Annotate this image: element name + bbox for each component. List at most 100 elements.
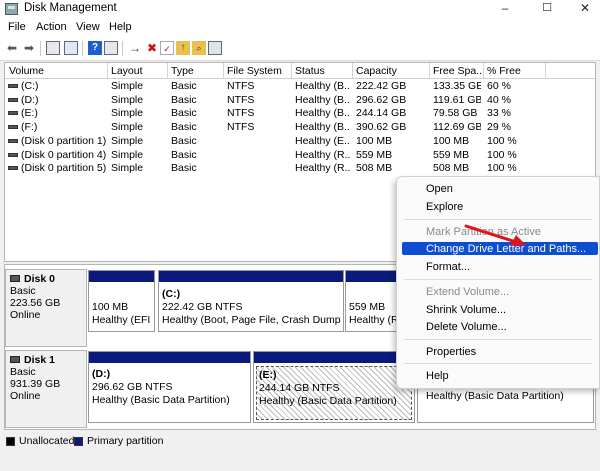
disk-1-label[interactable]: Disk 1 Basic 931.39 GB Online	[5, 350, 87, 428]
context-menu-item-properties[interactable]: Properties	[426, 346, 476, 358]
disk-1-partition-e-selected[interactable]: (E:) 244.14 GB NTFS Healthy (Basic Data …	[253, 351, 415, 423]
column-header-capacity[interactable]: Capacity	[356, 65, 397, 77]
maximize-button[interactable]: ☐	[532, 0, 562, 18]
partition-status: Healthy (EFI S	[92, 314, 152, 326]
volume-row[interactable]: (Disk 0 partition 4) Simple Basic Healthy (…	[5, 149, 595, 162]
settings-list-icon[interactable]	[208, 41, 222, 55]
disk-1-status: Online	[10, 390, 41, 402]
view-icon[interactable]	[104, 41, 118, 55]
close-button[interactable]: ✕	[570, 0, 600, 18]
cell-layout: Simple	[111, 93, 144, 106]
cell-percent-free: 60 %	[487, 80, 511, 92]
context-menu-item-format[interactable]: Format...	[426, 261, 470, 273]
column-header-status[interactable]: Status	[295, 65, 325, 77]
primary-partition-bar	[89, 352, 250, 363]
partition-status: Healthy (Basic Data Partition)	[92, 394, 230, 406]
disk-0-partition-efi[interactable]: 100 MB Healthy (EFI S	[88, 270, 155, 332]
volume-row[interactable]: (Disk 0 partition 5) Simple Basic Healthy (…	[5, 162, 595, 175]
volume-row[interactable]: (F:) Simple Basic NTFS Healthy (B... 390.62 G…	[5, 121, 595, 134]
back-arrow-icon[interactable]: ⬅	[5, 41, 19, 55]
disk-icon	[10, 356, 20, 363]
column-divider[interactable]	[167, 63, 168, 78]
column-header-percent-free[interactable]: % Free	[487, 65, 521, 77]
volume-row[interactable]: (D:) Simple Basic NTFS Healthy (B... 296.62 G…	[5, 94, 595, 107]
partition-title: (C:)	[162, 288, 181, 300]
column-divider[interactable]	[291, 63, 292, 78]
disk-0-name: Disk 0	[24, 273, 55, 285]
column-divider[interactable]	[483, 63, 484, 78]
partition-status: Healthy (Re	[349, 314, 400, 326]
cell-type: Basic	[171, 107, 197, 120]
column-divider[interactable]	[429, 63, 430, 78]
properties-icon[interactable]	[64, 41, 78, 55]
context-menu-separator	[404, 219, 592, 220]
up-folder-icon[interactable]: ↑	[176, 41, 190, 55]
cell-type: Basic	[171, 148, 197, 161]
title-bar: Disk Management – ☐ ✕	[0, 0, 600, 18]
column-divider[interactable]	[107, 63, 108, 78]
cell-capacity: 244.14 GB	[356, 107, 407, 120]
cell-status: Healthy (B...	[295, 80, 351, 92]
context-menu-item-delete-volume[interactable]: Delete Volume...	[426, 321, 507, 333]
cell-percent-free: 40 %	[487, 93, 511, 106]
cell-layout: Simple	[111, 148, 144, 161]
disk-0-partition-c[interactable]: (C:) 222.42 GB NTFS Healthy (Boot, Page …	[158, 270, 344, 332]
column-header-file-system[interactable]: File System	[227, 65, 282, 77]
column-divider[interactable]	[352, 63, 353, 78]
disk-0-partition-recovery-1[interactable]: 559 MB Healthy (Re	[345, 270, 403, 332]
window-title: Disk Management	[24, 2, 117, 14]
disk-management-app-icon	[5, 3, 18, 15]
disk-1-name: Disk 1	[24, 354, 55, 366]
toolbar-separator	[82, 41, 83, 56]
cell-volume: (C:)	[21, 80, 39, 92]
column-header-volume[interactable]: Volume	[9, 65, 44, 77]
cell-type: Basic	[171, 121, 197, 134]
context-menu-separator	[404, 363, 592, 364]
menu-view[interactable]: View	[76, 21, 100, 33]
menu-file[interactable]: File	[8, 21, 26, 33]
column-header-type[interactable]: Type	[171, 65, 194, 77]
menu-action[interactable]: Action	[36, 21, 67, 33]
cell-capacity: 508 MB	[356, 162, 393, 175]
cell-status: Healthy (B...	[295, 107, 351, 120]
connect-icon[interactable]: →	[128, 41, 142, 55]
cell-status: Healthy (R...	[295, 148, 351, 161]
cell-free-space: 559 MB	[433, 148, 470, 161]
toolbar: ⬅ ➡ ? → ✖ ✓ ↑ ⌕	[0, 37, 600, 61]
help-icon[interactable]: ?	[88, 41, 102, 55]
menu-bar: File Action View Help	[0, 18, 600, 37]
column-header-layout[interactable]: Layout	[111, 65, 143, 77]
volume-row[interactable]: (C:) Simple Basic NTFS Healthy (B... 222.42 G…	[5, 80, 595, 93]
minimize-button[interactable]: –	[490, 0, 520, 18]
cell-file-system: NTFS	[227, 121, 255, 134]
context-menu-item-open[interactable]: Open	[426, 183, 453, 195]
cell-volume: (F:)	[21, 121, 38, 134]
disk-0-status: Online	[10, 309, 41, 321]
disk-0-label[interactable]: Disk 0 Basic 223.56 GB Online	[5, 269, 87, 347]
menu-help[interactable]: Help	[109, 21, 132, 33]
console-tree-icon[interactable]	[46, 41, 60, 55]
volume-row[interactable]: (E:) Simple Basic NTFS Healthy (B... 244.14 G…	[5, 107, 595, 120]
volume-row[interactable]: (Disk 0 partition 1) Simple Basic Healthy (…	[5, 135, 595, 148]
cell-free-space: 112.69 GB	[433, 121, 481, 134]
cell-capacity: 100 MB	[356, 134, 393, 147]
column-divider[interactable]	[223, 63, 224, 78]
context-menu-item-help[interactable]: Help	[426, 370, 449, 382]
cell-type: Basic	[171, 134, 197, 147]
column-header-free-space[interactable]: Free Spa...	[433, 65, 485, 77]
cell-status: Healthy (R...	[295, 162, 351, 175]
check-icon[interactable]: ✓	[160, 41, 174, 55]
partition-size: 244.14 GB NTFS	[259, 382, 340, 394]
legend-bar: Unallocated Primary partition	[0, 432, 600, 450]
disk-1-partition-d[interactable]: (D:) 296.62 GB NTFS Healthy (Basic Data …	[88, 351, 251, 423]
cell-status: Healthy (B...	[295, 121, 351, 134]
search-folder-icon[interactable]: ⌕	[192, 41, 206, 55]
forward-arrow-icon[interactable]: ➡	[22, 41, 36, 55]
cell-percent-free: 100 %	[487, 134, 517, 147]
context-menu-item-explore[interactable]: Explore	[426, 201, 463, 213]
context-menu-item-shrink-volume[interactable]: Shrink Volume...	[426, 304, 506, 316]
delete-icon[interactable]: ✖	[145, 41, 159, 55]
column-divider[interactable]	[545, 63, 546, 78]
volume-drive-icon	[8, 125, 18, 130]
cell-layout: Simple	[111, 134, 144, 147]
